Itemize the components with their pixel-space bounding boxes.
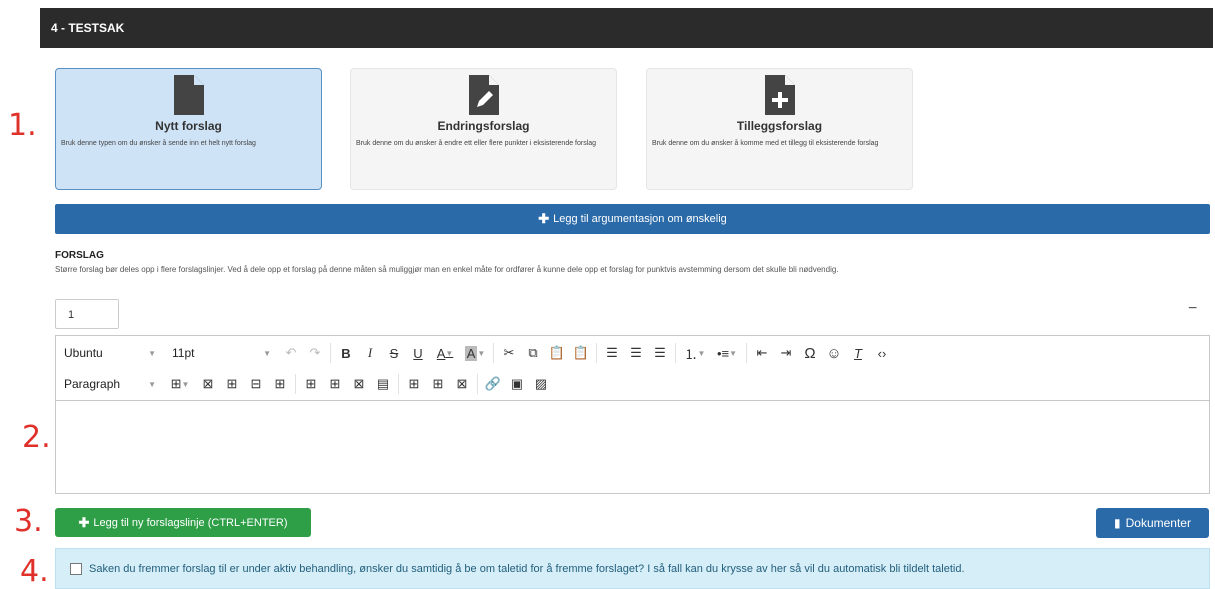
card-description: Bruk denne om du ønsker å endre ett elle… <box>356 140 597 147</box>
special-character-icon[interactable]: Ω <box>798 341 822 365</box>
redo-icon[interactable]: ↷ <box>303 341 327 365</box>
insert-row-after-icon[interactable]: ⊞ <box>323 372 347 396</box>
block-format-value: Paragraph <box>64 377 121 391</box>
card-title: Endringsforslag <box>437 119 530 133</box>
clear-formatting-icon[interactable]: T <box>846 341 870 365</box>
toolbar-row-1: Ubuntu ▼ 11pt ▼ ↶ ↷ B I S U A ▼ A ▼ ✂ ⧉ 📋 … <box>56 338 894 368</box>
paste-text-icon[interactable]: 📋 <box>569 341 593 365</box>
chevron-down-icon: ▼ <box>148 379 156 389</box>
plus-icon: ✚ <box>538 211 550 226</box>
case-header: 4 - TESTSAK <box>40 8 1213 48</box>
section-description: Større forslag bør deles opp i flere for… <box>55 265 839 274</box>
delete-table-icon[interactable]: ⊠ <box>196 372 220 396</box>
section-title: FORSLAG <box>55 250 104 261</box>
file-icon <box>173 75 204 115</box>
align-left-icon[interactable]: ☰ <box>600 341 624 365</box>
split-cell-icon[interactable]: ⊞ <box>268 372 292 396</box>
numbered-list-icon[interactable]: ⒈ ▼ <box>679 341 711 365</box>
add-proposal-line-label: Legg til ny forslagslinje (CTRL+ENTER) <box>93 516 288 529</box>
card-tilleggsforslag[interactable]: Tilleggsforslag Bruk denne om du ønsker … <box>646 68 913 190</box>
speaking-time-notice: Saken du fremmer forslag til er under ak… <box>55 548 1210 589</box>
source-code-icon[interactable]: ‹› <box>870 341 894 365</box>
font-family-value: Ubuntu <box>64 346 103 360</box>
underline-icon[interactable]: U <box>406 341 430 365</box>
cut-icon[interactable]: ✂ <box>497 341 521 365</box>
card-endringsforslag[interactable]: Endringsforslag Bruk denne om du ønsker … <box>350 68 617 190</box>
font-size-value: 11pt <box>172 346 195 360</box>
copy-icon[interactable]: ⧉ <box>521 341 545 365</box>
insert-column-after-icon[interactable]: ⊞ <box>426 372 450 396</box>
toolbar-row-2: Paragraph ▼ ⊞ ▼ ⊠ ⊞ ⊟ ⊞ ⊞ ⊞ ⊠ ▤ ⊞ ⊞ ⊠ 🔗 ▣ … <box>56 369 553 399</box>
remove-line-button[interactable]: − <box>1188 300 1197 318</box>
editor-content-area[interactable] <box>56 401 1209 493</box>
align-center-icon[interactable]: ☰ <box>624 341 648 365</box>
link-icon[interactable]: 🔗 <box>481 372 505 396</box>
documents-label: Dokumenter <box>1125 516 1191 530</box>
row-properties-icon[interactable]: ▤ <box>371 372 395 396</box>
undo-icon[interactable]: ↶ <box>279 341 303 365</box>
paste-icon[interactable]: 📋 <box>545 341 569 365</box>
block-format-select[interactable]: Paragraph ▼ <box>56 377 164 391</box>
add-proposal-line-button[interactable]: ✚ Legg til ny forslagslinje (CTRL+ENTER) <box>55 508 311 537</box>
annotation-2: 2. <box>22 420 51 455</box>
add-argumentation-button[interactable]: ✚ Legg til argumentasjon om ønskelig <box>55 204 1210 234</box>
card-description: Bruk denne typen om du ønsker å sende in… <box>61 140 256 147</box>
file-plus-icon <box>764 75 795 115</box>
documents-button[interactable]: ▮ Dokumenter <box>1096 508 1209 538</box>
card-title: Tilleggsforslag <box>736 119 823 133</box>
plus-icon: ✚ <box>78 514 90 530</box>
card-description: Bruk denne om du ønsker å komme med et t… <box>652 140 879 147</box>
add-argumentation-label: Legg til argumentasjon om ønskelig <box>553 213 727 225</box>
align-right-icon[interactable]: ☰ <box>648 341 672 365</box>
speaking-time-checkbox[interactable] <box>70 562 82 575</box>
insert-row-before-icon[interactable]: ⊞ <box>299 372 323 396</box>
italic-icon[interactable]: I <box>358 341 382 365</box>
bold-icon[interactable]: B <box>334 341 358 365</box>
indent-icon[interactable]: ⇥ <box>774 341 798 365</box>
case-title: 4 - TESTSAK <box>51 21 125 35</box>
speaking-time-label: Saken du fremmer forslag til er under ak… <box>89 562 965 575</box>
bullet-list-icon[interactable]: •≡ ▼ <box>711 341 743 365</box>
table-icon[interactable]: ⊞ ▼ <box>164 372 196 396</box>
outdent-icon[interactable]: ⇤ <box>750 341 774 365</box>
annotation-4: 4. <box>20 554 49 589</box>
card-title: Nytt forslag <box>155 119 222 133</box>
insert-column-before-icon[interactable]: ⊞ <box>402 372 426 396</box>
rich-text-editor: Ubuntu ▼ 11pt ▼ ↶ ↷ B I S U A ▼ A ▼ ✂ ⧉ 📋 … <box>55 335 1210 494</box>
delete-column-icon[interactable]: ⊠ <box>450 372 474 396</box>
editor-toolbar: Ubuntu ▼ 11pt ▼ ↶ ↷ B I S U A ▼ A ▼ ✂ ⧉ 📋 … <box>56 336 1209 401</box>
document-icon: ▮ <box>1114 516 1121 530</box>
text-color-icon[interactable]: A ▼ <box>430 341 460 365</box>
cell-properties-icon[interactable]: ⊞ <box>220 372 244 396</box>
card-nytt-forslag[interactable]: Nytt forslag Bruk denne typen om du ønsk… <box>55 68 322 190</box>
chevron-down-icon: ▼ <box>148 348 156 358</box>
strikethrough-icon[interactable]: S <box>382 341 406 365</box>
annotation-3: 3. <box>14 504 43 539</box>
chevron-down-icon: ▼ <box>263 348 271 358</box>
media-icon[interactable]: ▣ <box>505 372 529 396</box>
background-color-icon[interactable]: A ▼ <box>460 341 490 365</box>
delete-row-icon[interactable]: ⊠ <box>347 372 371 396</box>
emoticon-icon[interactable]: ☺ <box>822 341 846 365</box>
annotation-1: 1. <box>8 108 37 143</box>
image-icon[interactable]: ▨ <box>529 372 553 396</box>
file-edit-icon <box>468 75 499 115</box>
font-family-select[interactable]: Ubuntu ▼ <box>56 346 164 360</box>
merge-cells-icon[interactable]: ⊟ <box>244 372 268 396</box>
line-number-input[interactable]: 1 <box>55 299 119 329</box>
font-size-select[interactable]: 11pt ▼ <box>164 346 279 360</box>
